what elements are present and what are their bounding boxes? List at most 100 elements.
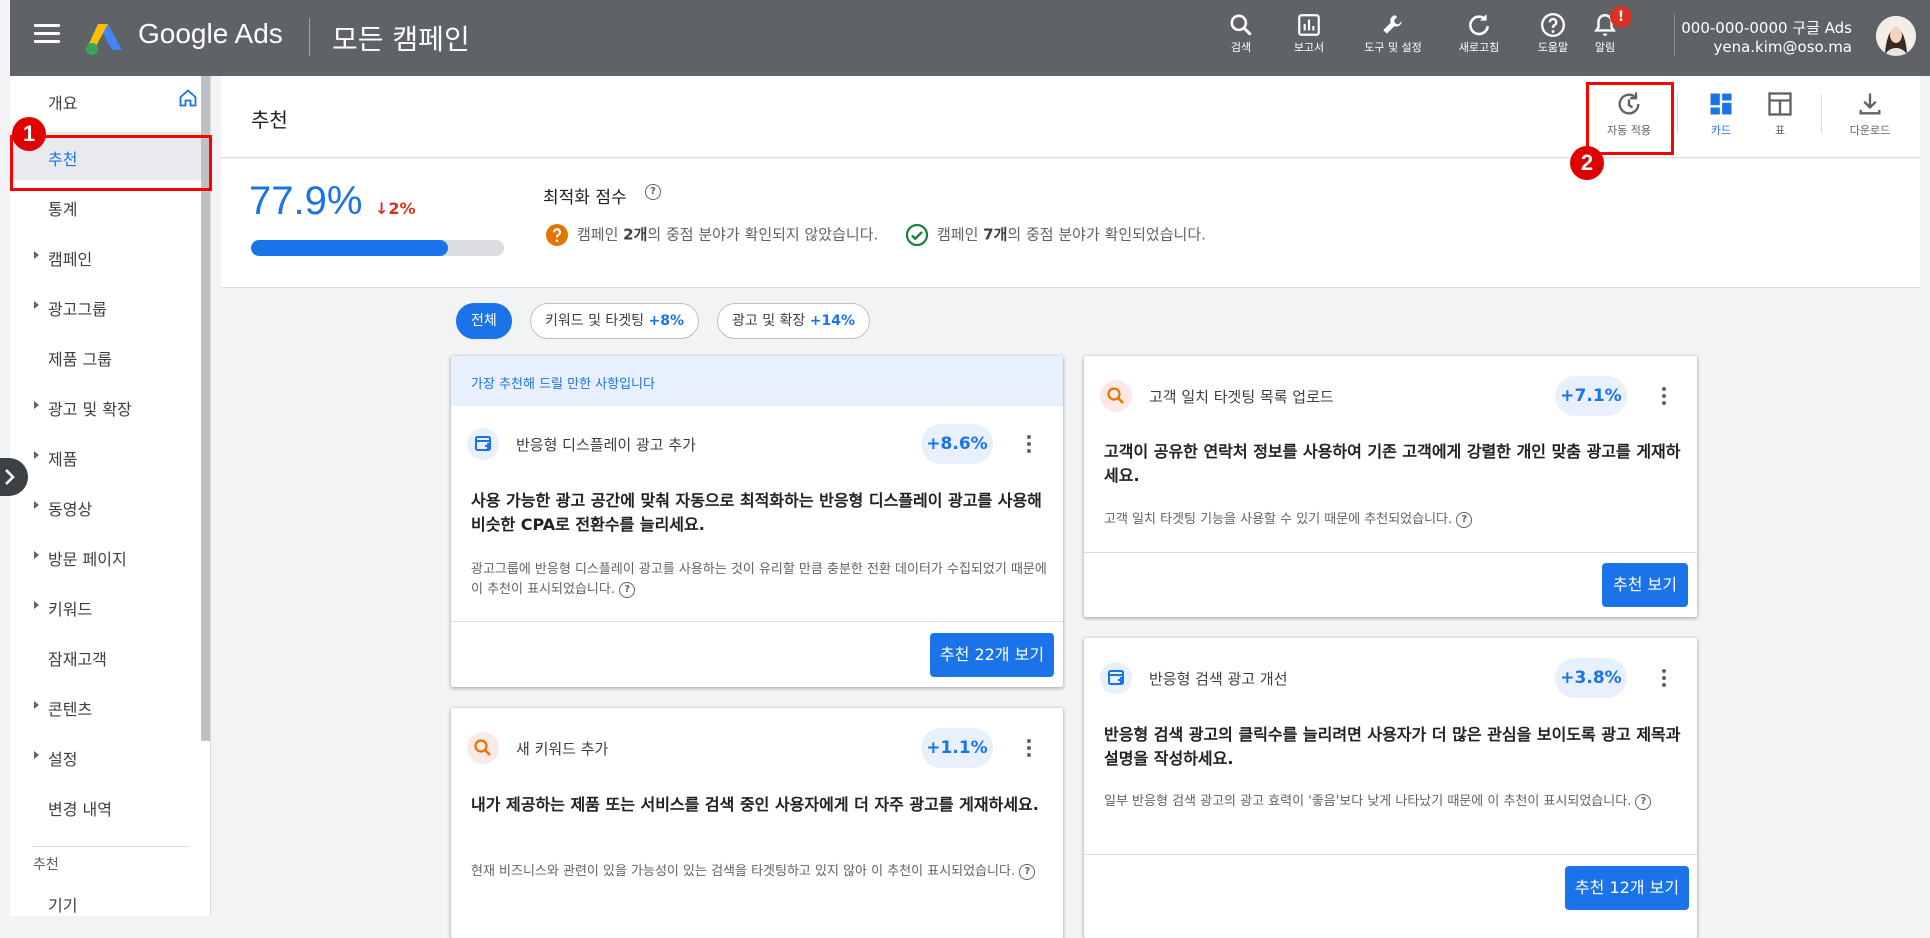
expand-caret-icon	[34, 601, 39, 609]
nav-item-audiences[interactable]: 잠재고객	[10, 632, 211, 680]
side-navigation: 개요 추천 통계 캠페인 광고그룹 제품 그룹 광고 및 확장 제품 동영상 방…	[10, 76, 211, 916]
nav-item-keywords[interactable]: 키워드	[10, 582, 211, 630]
divider	[1084, 854, 1697, 855]
more-options-icon[interactable]	[1017, 432, 1041, 456]
nav-label: 기기	[48, 896, 78, 915]
reports-icon	[1298, 14, 1320, 36]
nav-item-product-groups[interactable]: 제품 그룹	[10, 332, 211, 380]
nav-item-landing-pages[interactable]: 방문 페이지	[10, 532, 211, 580]
nav-item-products[interactable]: 제품	[10, 432, 211, 480]
chip-label: 키워드 및 타겟팅	[545, 313, 645, 329]
notifications-label: 알림	[1594, 41, 1616, 54]
card-title: 고객 일치 타겟팅 목록 업로드	[1149, 388, 1334, 406]
status-count: 7개	[983, 225, 1008, 244]
score-progress-bar	[251, 240, 504, 256]
chip-label: 광고 및 확장	[732, 313, 806, 329]
avatar[interactable]	[1876, 16, 1916, 56]
score-change-value: 2%	[388, 199, 416, 218]
view-recommendations-button[interactable]: 추천 12개 보기	[1565, 866, 1689, 910]
expand-caret-icon	[34, 751, 39, 759]
page-heading: 모든 캠페인	[332, 23, 470, 56]
top-app-bar: Google Ads 모든 캠페인 검색 보고서 도구 및 설정 새로고침 도움…	[10, 0, 1930, 76]
score-change: ↓2%	[375, 199, 416, 218]
card-view-icon	[1710, 93, 1732, 115]
expand-caret-icon	[34, 551, 39, 559]
help-icon[interactable]: ?	[645, 184, 661, 200]
help-icon[interactable]: ?	[619, 581, 636, 598]
nav-label: 개요	[48, 94, 78, 113]
help-icon[interactable]: ?	[1635, 793, 1652, 810]
nav-label: 동영상	[48, 500, 93, 519]
chip-all[interactable]: 전체	[456, 303, 512, 339]
card-title: 새 키워드 추가	[516, 740, 609, 758]
chip-ads-extensions[interactable]: 광고 및 확장 +14%	[717, 303, 871, 339]
avatar-icon	[1876, 16, 1916, 56]
card-reason-text: 광고그룹에 반응형 디스플레이 광고를 사용하는 것이 유리할 만큼 충분한 전…	[471, 562, 1047, 597]
nav-item-devices[interactable]: 기기	[10, 878, 211, 926]
more-options-icon[interactable]	[1652, 666, 1676, 690]
recommendation-card-search-ad: 반응형 검색 광고 개선 +3.8% 반응형 검색 광고의 클릭수를 늘리려면 …	[1084, 638, 1697, 938]
expand-caret-icon	[34, 401, 39, 409]
tools-button[interactable]: 도구 및 설정	[1353, 12, 1433, 55]
reports-button[interactable]: 보고서	[1270, 12, 1348, 55]
nav-item-campaigns[interactable]: 캠페인	[10, 232, 211, 280]
chevron-right-icon	[5, 469, 15, 485]
reports-label: 보고서	[1293, 41, 1325, 54]
search-icon	[1100, 380, 1132, 412]
expand-caret-icon	[34, 501, 39, 509]
expand-caret-icon	[34, 301, 39, 309]
table-view-label: 표	[1774, 124, 1786, 137]
help-icon[interactable]: ?	[1456, 511, 1473, 528]
refresh-button[interactable]: 새로고침	[1440, 12, 1518, 55]
more-options-icon[interactable]	[1017, 736, 1041, 760]
nav-item-settings[interactable]: 설정	[10, 732, 211, 780]
help-icon[interactable]: ?	[1019, 863, 1036, 880]
view-recommendation-button[interactable]: 추천 보기	[1602, 563, 1688, 607]
menu-icon[interactable]	[34, 24, 60, 46]
nav-label: 잠재고객	[48, 650, 107, 669]
status-text: 의 중점 분야가 확인되지 않았습니다.	[647, 225, 879, 244]
table-view-button[interactable]: 표	[1740, 90, 1820, 138]
wrench-icon	[1383, 15, 1402, 34]
arrow-down-icon: ↓	[375, 199, 389, 218]
nav-label: 광고 및 확장	[48, 400, 132, 419]
refresh-label: 새로고침	[1458, 41, 1500, 54]
search-icon	[467, 732, 499, 764]
uplift-badge: +1.1%	[921, 728, 993, 768]
search-ad-icon	[1100, 662, 1132, 694]
divider	[309, 18, 310, 56]
card-reason: 고객 일치 타겟팅 기능을 사용할 수 있기 때문에 추천되었습니다. ?	[1104, 510, 1684, 530]
nav-item-videos[interactable]: 동영상	[10, 482, 211, 530]
download-button[interactable]: 다운로드	[1830, 90, 1910, 138]
nav-item-content[interactable]: 콘텐츠	[10, 682, 211, 730]
card-reason-text: 고객 일치 타겟팅 기능을 사용할 수 있기 때문에 추천되었습니다.	[1104, 512, 1453, 527]
view-recommendations-button[interactable]: 추천 22개 보기	[930, 633, 1054, 677]
account-id[interactable]: 000-000-0000 구글 Ads	[1681, 17, 1852, 38]
chip-uplift: +8%	[648, 313, 685, 329]
card-title: 반응형 검색 광고 개선	[1149, 670, 1288, 688]
tools-label: 도구 및 설정	[1364, 41, 1422, 54]
more-options-icon[interactable]	[1652, 384, 1676, 408]
check-circle-icon	[905, 223, 929, 247]
page-title: 추천	[251, 108, 288, 132]
nav-item-change-history[interactable]: 변경 내역	[10, 782, 211, 830]
search-button[interactable]: 검색	[1202, 12, 1280, 55]
chip-keywords-targeting[interactable]: 키워드 및 타겟팅 +8%	[530, 303, 700, 339]
status-text: 캠페인	[937, 225, 984, 244]
notifications-button[interactable]: 알림	[1566, 12, 1644, 55]
home-icon	[179, 89, 197, 107]
verified-status[interactable]: 캠페인 7개의 중점 분야가 확인되었습니다.	[905, 223, 1206, 247]
nav-item-overview[interactable]: 개요	[10, 76, 211, 124]
nav-item-ad-groups[interactable]: 광고그룹	[10, 282, 211, 330]
uplift-badge: +3.8%	[1555, 658, 1627, 698]
divider	[1821, 94, 1822, 134]
nav-item-ads-extensions[interactable]: 광고 및 확장	[10, 382, 211, 430]
search-label: 검색	[1230, 41, 1252, 54]
nav-section-title: 추천	[33, 857, 59, 873]
account-email[interactable]: yena.kim@oso.ma	[1713, 38, 1852, 56]
unverified-status[interactable]: 캠페인 2개의 중점 분야가 확인되지 않았습니다.	[545, 223, 878, 247]
nav-label: 제품	[48, 450, 78, 469]
refresh-icon	[1469, 14, 1489, 36]
card-reason: 광고그룹에 반응형 디스플레이 광고를 사용하는 것이 유리할 만큼 충분한 전…	[471, 560, 1051, 600]
brand-name: Google Ads	[138, 18, 283, 49]
